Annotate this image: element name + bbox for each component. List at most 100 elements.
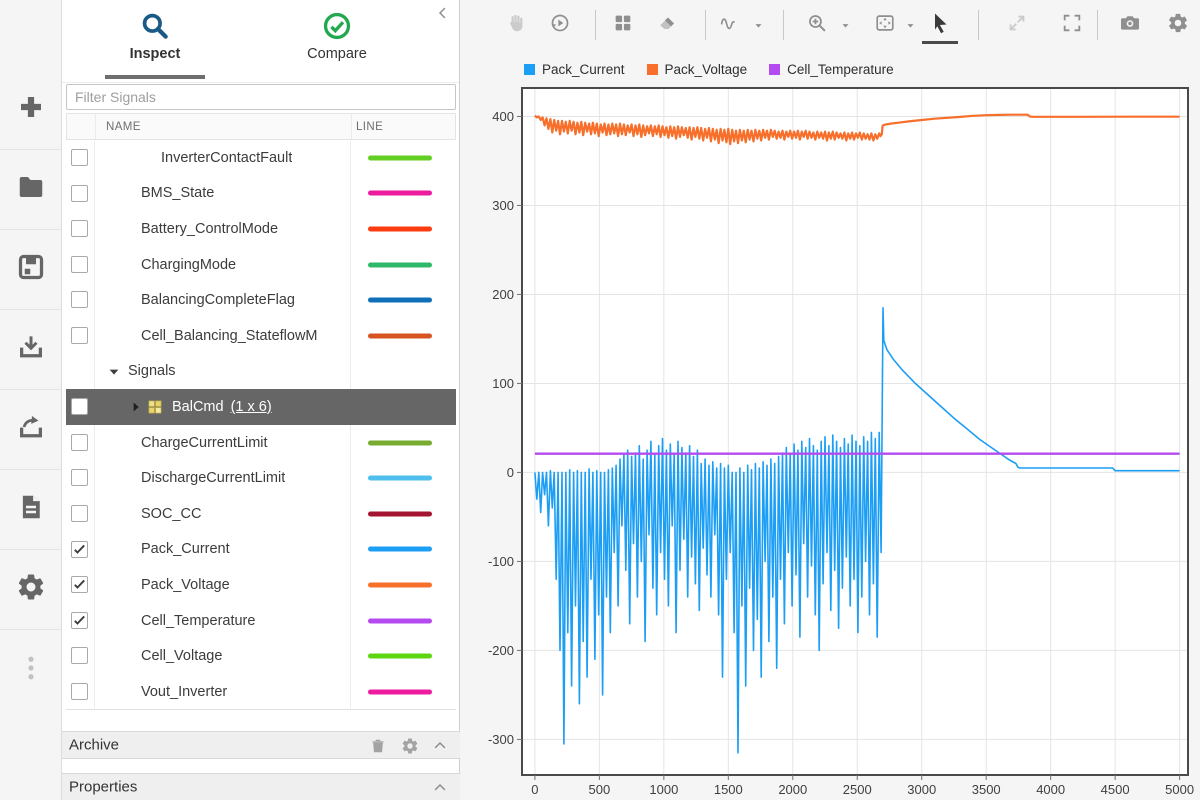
dots-vertical-icon xyxy=(16,653,46,688)
open-button[interactable] xyxy=(0,150,61,230)
plot-settings-button[interactable] xyxy=(1164,11,1192,39)
save-button[interactable] xyxy=(0,230,61,310)
signal-checkbox[interactable] xyxy=(71,185,88,202)
signal-browser-panel: Inspect Compare NAME LINE InverterContac… xyxy=(62,0,460,800)
chevron-up-icon[interactable] xyxy=(431,737,449,755)
line-color-swatch[interactable] xyxy=(368,547,432,552)
signal-name: DischargeCurrentLimit xyxy=(141,470,285,486)
tab-compare[interactable]: Compare xyxy=(257,8,417,62)
preferences-button[interactable] xyxy=(0,550,61,630)
signal-row-SOC_CC[interactable]: SOC_CC xyxy=(66,496,456,532)
signal-row-Pack_Voltage[interactable]: Pack_Voltage xyxy=(66,567,456,603)
archive-section-header[interactable]: Archive xyxy=(62,731,460,759)
toolbar-divider xyxy=(978,10,979,40)
signal-checkbox[interactable] xyxy=(71,434,88,451)
line-color-swatch[interactable] xyxy=(368,191,432,196)
signal-checkbox[interactable] xyxy=(71,647,88,664)
trash-icon[interactable] xyxy=(369,737,387,755)
fit-to-view-button[interactable] xyxy=(871,11,899,39)
gear-icon xyxy=(16,572,46,607)
subplot-layout-button[interactable] xyxy=(609,11,637,39)
signal-checkbox[interactable] xyxy=(71,220,88,237)
line-color-swatch[interactable] xyxy=(368,440,432,445)
signal-checkbox[interactable] xyxy=(71,149,88,166)
gear-icon[interactable] xyxy=(401,737,419,755)
line-color-swatch[interactable] xyxy=(368,226,432,231)
x-tick-label: 4000 xyxy=(1036,782,1065,797)
x-tick-label: 5000 xyxy=(1165,782,1194,797)
properties-label: Properties xyxy=(69,779,137,796)
line-color-swatch[interactable] xyxy=(368,476,432,481)
matrix-dims-link[interactable]: (1 x 6) xyxy=(231,399,272,415)
x-tick-label: 3000 xyxy=(907,782,936,797)
filter-signals-input[interactable] xyxy=(66,84,456,110)
group-row-Signals[interactable]: Signals xyxy=(66,354,456,390)
line-color-swatch[interactable] xyxy=(368,582,432,587)
signal-row-Battery_ControlMode[interactable]: Battery_ControlMode xyxy=(66,211,456,247)
signal-checkbox[interactable] xyxy=(71,505,88,522)
more-options-button[interactable] xyxy=(0,630,61,710)
signal-row-Pack_Current[interactable]: Pack_Current xyxy=(66,532,456,568)
signal-checkbox[interactable] xyxy=(71,541,88,558)
signal-name: Cell_Balancing_StateflowM xyxy=(141,328,318,344)
signal-options-button[interactable] xyxy=(714,11,742,39)
expand-icon xyxy=(1006,12,1028,39)
clear-plots-button[interactable] xyxy=(654,11,682,39)
signal-checkbox[interactable] xyxy=(71,256,88,273)
legend-item-Cell_Temperature: Cell_Temperature xyxy=(769,62,894,77)
triangle-right-icon[interactable] xyxy=(128,399,144,415)
active-tab-underline xyxy=(105,75,205,79)
line-color-swatch[interactable] xyxy=(368,298,432,303)
signal-row-BMS_State[interactable]: BMS_State xyxy=(66,176,456,212)
signal-checkbox[interactable] xyxy=(71,612,88,629)
signal-checkbox[interactable] xyxy=(71,576,88,593)
signal-row-DischargeCurrentLimit[interactable]: DischargeCurrentLimit xyxy=(66,460,456,496)
line-color-swatch[interactable] xyxy=(368,262,432,267)
caret-down-icon[interactable] xyxy=(904,19,917,32)
signal-checkbox[interactable] xyxy=(71,327,88,344)
y-tick-label: 200 xyxy=(492,287,514,302)
line-color-swatch[interactable] xyxy=(368,511,432,516)
signal-row-BalancingCompleteFlag[interactable]: BalancingCompleteFlag xyxy=(66,282,456,318)
caret-down-icon[interactable] xyxy=(752,19,765,32)
x-tick-label: 4500 xyxy=(1101,782,1130,797)
signal-row-Cell_Balancing_StateflowM[interactable]: Cell_Balancing_StateflowM xyxy=(66,318,456,354)
add-button[interactable] xyxy=(0,70,61,150)
zoom-in-button[interactable] xyxy=(803,11,831,39)
signal-row-Cell_Voltage[interactable]: Cell_Voltage xyxy=(66,638,456,674)
line-color-swatch[interactable] xyxy=(368,618,432,623)
replay-button[interactable] xyxy=(546,11,574,39)
signal-row-InverterContactFault[interactable]: InverterContactFault xyxy=(66,140,456,176)
signal-row-BalCmd[interactable]: BalCmd(1 x 6) xyxy=(66,389,456,425)
group-label: Signals xyxy=(128,363,176,379)
signal-checkbox[interactable] xyxy=(71,469,88,486)
signal-checkbox[interactable] xyxy=(71,683,88,700)
collapse-panel-icon[interactable] xyxy=(434,4,452,22)
signal-name: BMS_State xyxy=(141,185,214,201)
tab-inspect[interactable]: Inspect xyxy=(75,8,235,62)
line-color-swatch[interactable] xyxy=(368,155,432,160)
line-color-swatch[interactable] xyxy=(368,689,432,694)
triangle-down-icon[interactable] xyxy=(106,364,122,380)
import-button[interactable] xyxy=(0,310,61,390)
toolbar-divider xyxy=(705,10,706,40)
export-button[interactable] xyxy=(0,390,61,470)
signal-row-Cell_Temperature[interactable]: Cell_Temperature xyxy=(66,603,456,639)
chevron-up-icon[interactable] xyxy=(431,779,449,797)
properties-section-header[interactable]: Properties xyxy=(62,773,460,800)
signal-row-ChargingMode[interactable]: ChargingMode xyxy=(66,247,456,283)
select-cursor-button[interactable] xyxy=(926,11,954,39)
signal-checkbox[interactable] xyxy=(71,291,88,308)
create-report-button[interactable] xyxy=(0,470,61,550)
caret-down-icon[interactable] xyxy=(839,19,852,32)
fullscreen-button[interactable] xyxy=(1058,11,1086,39)
snapshot-button[interactable] xyxy=(1116,11,1144,39)
line-color-swatch[interactable] xyxy=(368,333,432,338)
signal-checkbox[interactable] xyxy=(71,398,88,415)
chart-canvas[interactable]: 0500100015002000250030003500400045005000… xyxy=(480,85,1196,799)
active-tool-underline xyxy=(922,41,958,44)
line-color-swatch[interactable] xyxy=(368,654,432,659)
signal-row-Vout_Inverter[interactable]: Vout_Inverter xyxy=(66,674,456,710)
signal-row-ChargeCurrentLimit[interactable]: ChargeCurrentLimit xyxy=(66,425,456,461)
pointer-icon xyxy=(928,11,952,40)
